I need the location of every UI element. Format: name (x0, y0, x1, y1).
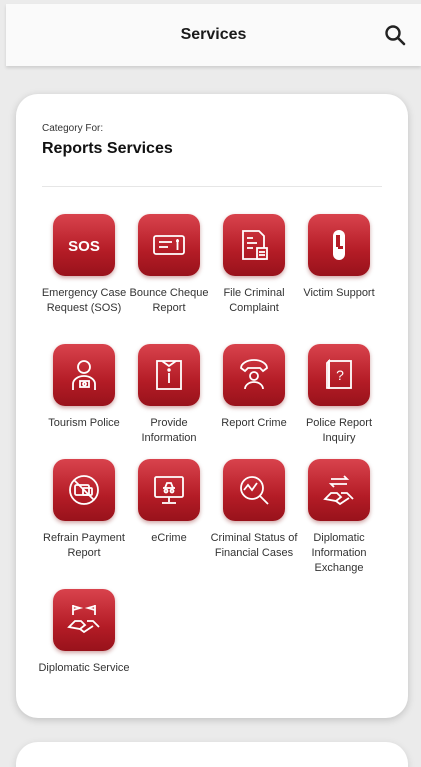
service-label: Diplomatic Service (38, 662, 130, 674)
financial-search-icon (223, 459, 285, 521)
service-label: Provide Information (141, 417, 197, 444)
exchange-handshake-icon (308, 459, 370, 521)
app-bar: Services (6, 4, 421, 66)
complaint-document-icon (223, 214, 285, 276)
service-emergency-sos[interactable]: SOS Emergency Case Request (SOS) (41, 214, 127, 316)
service-label: Victim Support (303, 287, 375, 299)
next-category-card (16, 742, 408, 767)
service-label: File Criminal Complaint (223, 287, 285, 314)
service-label: Diplomatic Information Exchange (311, 532, 367, 574)
page-title: Services (180, 26, 247, 43)
service-refrain-payment-report[interactable]: Refrain Payment Report (41, 459, 127, 561)
service-report-crime[interactable]: Report Crime (211, 344, 297, 431)
info-book-icon (138, 344, 200, 406)
svg-text:?: ? (336, 367, 344, 383)
service-criminal-status-financial[interactable]: Criminal Status of Financial Cases (211, 459, 297, 561)
reports-services-card: Category For: Reports Services SOS Emerg… (16, 94, 408, 718)
service-tourism-police[interactable]: Tourism Police (41, 344, 127, 431)
tourist-icon (53, 344, 115, 406)
search-icon[interactable] (383, 23, 407, 47)
service-label: eCrime (151, 532, 187, 544)
no-payment-icon (53, 459, 115, 521)
service-diplomatic-information-exchange[interactable]: Diplomatic Information Exchange (296, 459, 382, 576)
service-bounce-cheque[interactable]: Bounce Cheque Report (126, 214, 212, 316)
service-label: Criminal Status of Financial Cases (210, 532, 298, 559)
sos-icon: SOS (53, 214, 115, 276)
service-label: Police Report Inquiry (305, 417, 373, 444)
service-label: Bounce Cheque Report (129, 287, 209, 314)
report-inquiry-icon: ? (308, 344, 370, 406)
service-label: Emergency Case Request (SOS) (41, 287, 127, 314)
svg-text:SOS: SOS (68, 238, 100, 255)
service-provide-information[interactable]: Provide Information (126, 344, 212, 446)
service-ecrime[interactable]: eCrime (126, 459, 212, 546)
ecrime-monitor-icon (138, 459, 200, 521)
services-grid: SOS Emergency Case Request (SOS) Bounce … (16, 94, 408, 714)
victim-support-icon (308, 214, 370, 276)
service-label: Tourism Police (48, 417, 120, 429)
service-police-report-inquiry[interactable]: ? Police Report Inquiry (296, 344, 382, 446)
service-label: Report Crime (221, 417, 287, 429)
phone-person-icon (223, 344, 285, 406)
service-label: Refrain Payment Report (43, 532, 125, 559)
service-file-criminal-complaint[interactable]: File Criminal Complaint (211, 214, 297, 316)
service-victim-support[interactable]: Victim Support (296, 214, 382, 301)
service-diplomatic-service[interactable]: Diplomatic Service (38, 589, 130, 676)
cheque-icon (138, 214, 200, 276)
diplomatic-handshake-icon (53, 589, 115, 651)
